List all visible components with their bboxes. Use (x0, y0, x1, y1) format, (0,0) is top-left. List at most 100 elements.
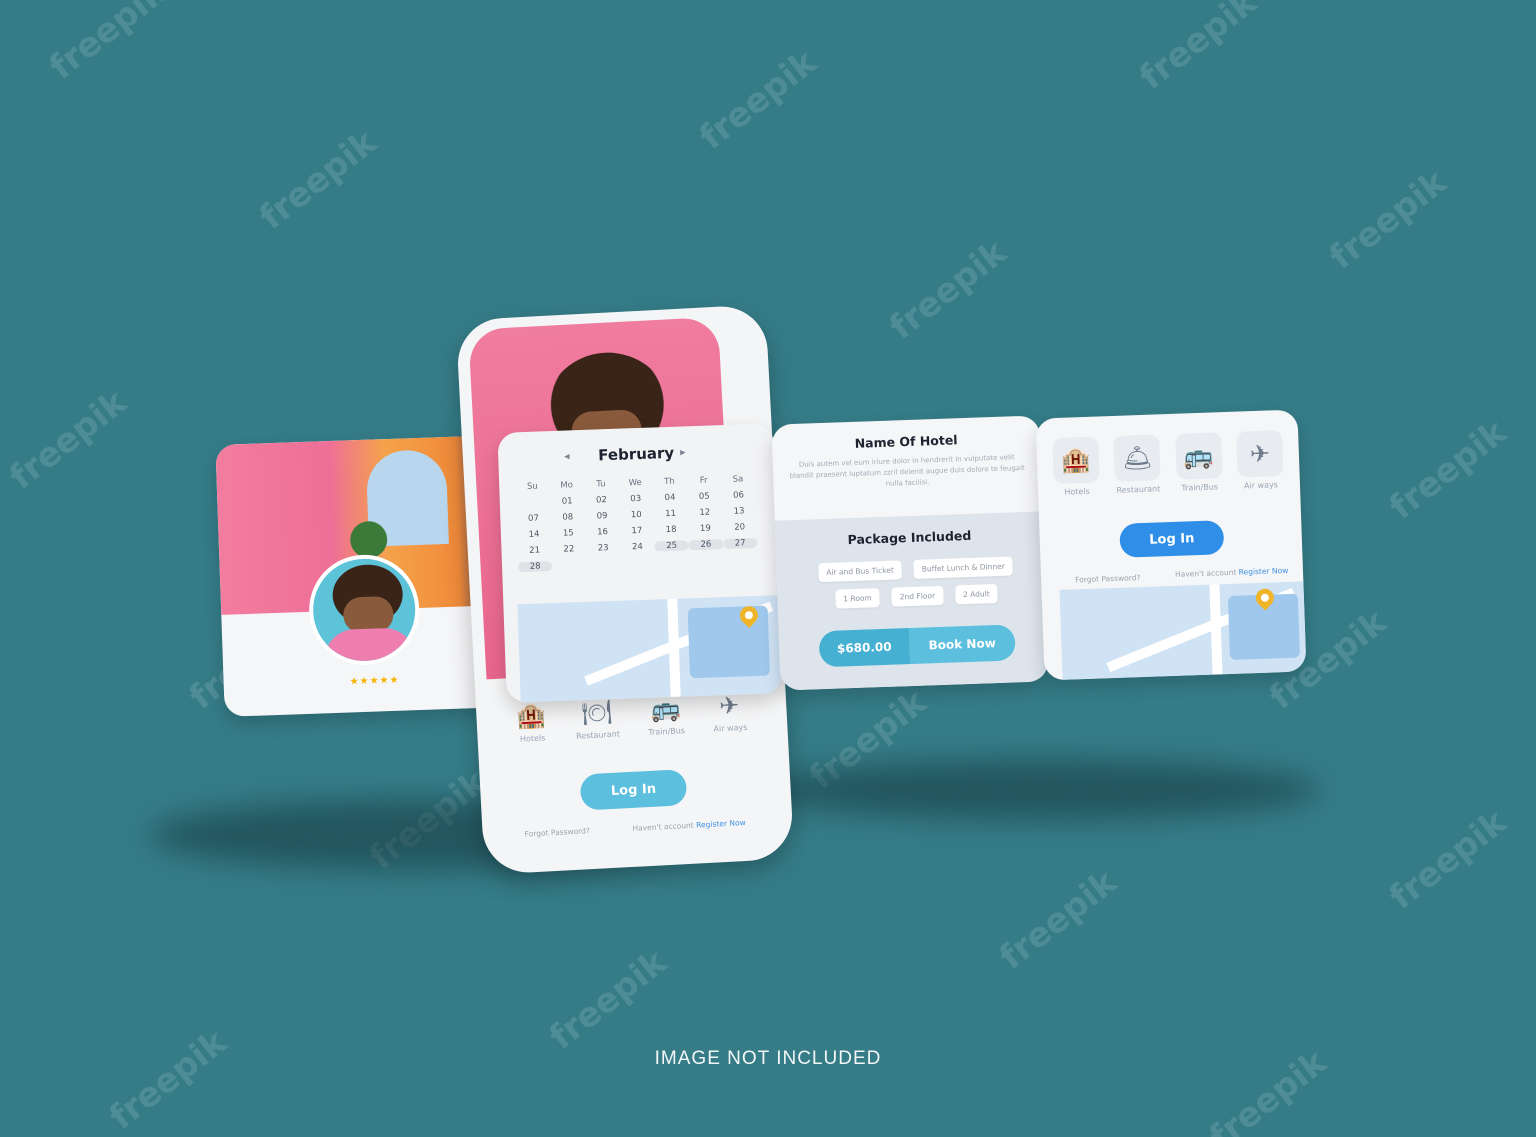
category-train-bus[interactable]: 🚌 Train/Bus (1174, 432, 1223, 493)
package-chip: 2 Adult (954, 583, 999, 605)
hotel-card: Name Of Hotel Duis autem vel eum iriure … (771, 415, 1049, 691)
calendar-day[interactable]: 26 (688, 539, 724, 551)
watermark-text: freepik (542, 942, 675, 1058)
calendar-day (586, 559, 621, 570)
category-label: Restaurant (1116, 484, 1161, 495)
calendar-day[interactable]: 10 (619, 510, 654, 521)
package-chip: 1 Room (834, 588, 881, 609)
watermark-text: freepik (102, 1022, 235, 1137)
calendar-day[interactable]: 15 (551, 528, 586, 539)
package-chip: Air and Bus Ticket (817, 560, 903, 583)
calendar-day[interactable]: 08 (550, 512, 585, 523)
calendar-day[interactable]: 03 (618, 494, 653, 505)
calendar-day[interactable]: 13 (722, 506, 757, 517)
calendar-weekday: Sa (732, 474, 744, 485)
calendar-day (621, 557, 656, 568)
mockup-stage: freepik freepik freepik freepik freepik freep… (0, 0, 1536, 1137)
login-card-login-button[interactable]: Log In (1119, 520, 1225, 558)
calendar-day[interactable]: 06 (721, 490, 756, 501)
restaurant-icon: 🍽 (580, 697, 613, 728)
hotel-title: Name Of Hotel (854, 432, 958, 451)
hotel-icon: 🏨 (1052, 436, 1100, 485)
package-panel: Package Included Air and Bus Ticket Buffe… (774, 511, 1049, 691)
calendar-day[interactable]: 19 (688, 523, 723, 534)
watermark-text: freepik (1382, 412, 1515, 528)
calendar-day[interactable]: 24 (620, 541, 655, 552)
calendar-day[interactable]: 27 (722, 537, 758, 550)
watermark-text: freepik (1382, 802, 1515, 918)
calendar-day[interactable]: 11 (653, 508, 688, 519)
watermark-text: freepik (692, 42, 825, 158)
bus-icon: 🚌 (1174, 432, 1223, 480)
book-now-button[interactable]: Book Now (909, 624, 1016, 664)
calendar-day[interactable]: 21 (517, 545, 552, 556)
calendar-day[interactable]: 18 (654, 524, 689, 535)
category-air-ways[interactable]: ✈ Air ways (712, 691, 747, 733)
calendar-day[interactable]: 20 (722, 522, 757, 533)
category-hotels[interactable]: 🏨 Hotels (1052, 436, 1100, 497)
calendar-day (516, 497, 551, 508)
phone-register-link[interactable]: Register Now (696, 818, 746, 830)
calendar-day[interactable]: 28 (517, 561, 553, 573)
calendar-day[interactable]: 05 (687, 491, 722, 502)
category-label: Air ways (1243, 480, 1279, 491)
login-card-register-prompt: Haven't account Register Now (1175, 566, 1289, 579)
airplane-icon: ✈ (1236, 430, 1284, 478)
login-card-forgot-password-link[interactable]: Forgot Password? (1075, 573, 1141, 584)
category-train-bus[interactable]: 🚌 Train/Bus (646, 694, 685, 737)
calendar-day[interactable]: 16 (585, 527, 620, 538)
watermark-text: freepik (42, 0, 175, 88)
watermark-text: freepik (2, 382, 135, 498)
calendar-day[interactable]: 23 (586, 543, 621, 554)
calendar-day[interactable]: 14 (517, 529, 552, 540)
login-category-row: 🏨 Hotels 🛎 Restaurant 🚌 Train/Bus ✈ Air ways (1052, 430, 1284, 497)
category-label: Train/Bus (1181, 482, 1219, 493)
calendar-day[interactable]: 22 (552, 544, 587, 555)
calendar-day (655, 556, 690, 567)
watermark-text: freepik (252, 122, 385, 238)
login-card-map[interactable] (1059, 581, 1307, 680)
calendar-next-arrow[interactable]: ▶ (680, 448, 686, 456)
category-air-ways[interactable]: ✈ Air ways (1236, 430, 1284, 491)
calendar-day[interactable]: 12 (688, 507, 723, 518)
calendar-day[interactable]: 07 (516, 513, 551, 524)
phone-login-button[interactable]: Log In (579, 769, 688, 811)
package-chip: 2nd Floor (891, 585, 944, 607)
price-label: $680.00 (818, 628, 910, 668)
calendar-day[interactable]: 25 (654, 540, 690, 552)
category-restaurant[interactable]: 🍽 Restaurant (574, 698, 620, 741)
calendar-month-title: February (597, 443, 675, 465)
calendar-weekday: Mo (560, 480, 574, 491)
login-card-register-link[interactable]: Register Now (1239, 566, 1289, 577)
category-label: Restaurant (575, 729, 621, 741)
rating-stars: ★★★★★ (349, 674, 400, 688)
category-label: Hotels (519, 733, 546, 744)
login-card-havent-account-text: Haven't account (1174, 567, 1237, 579)
package-chip: Buffet Lunch & Dinner (913, 556, 1014, 579)
category-restaurant[interactable]: 🛎 Restaurant (1113, 434, 1162, 495)
calendar-weekday: Th (664, 476, 675, 488)
calendar-day[interactable]: 17 (620, 525, 655, 536)
bus-icon: 🚌 (649, 694, 682, 724)
restaurant-icon: 🛎 (1113, 434, 1162, 482)
phone-havent-account-text: Haven't account (632, 820, 694, 833)
phone-forgot-password-link[interactable]: Forgot Password? (524, 826, 590, 838)
calendar-grid: Su Mo Tu We Th Fr Sa 01 02 03 04 05 06 07 08 09 10 11 12 13… (515, 474, 758, 573)
category-label: Train/Bus (648, 726, 686, 737)
price-book-bar: $680.00 Book Now (818, 624, 1016, 668)
category-hotels[interactable]: 🏨 Hotels (516, 701, 548, 744)
shadow-right (760, 760, 1320, 820)
calendar-day[interactable]: 04 (653, 492, 688, 503)
map-road-vertical (667, 598, 681, 698)
calendar-day[interactable]: 02 (584, 495, 619, 506)
calendar-day[interactable]: 01 (550, 496, 585, 507)
calendar-card: ◀ February ▶ Su Mo Tu We Th Fr Sa 01 02 03 04 05 06 0… (497, 423, 783, 703)
watermark-text: freepik (1132, 0, 1265, 98)
calendar-map[interactable] (517, 595, 783, 703)
package-title: Package Included (847, 527, 972, 548)
phone-register-prompt: Haven't account Register Now (632, 818, 746, 833)
hotel-icon: 🏨 (515, 701, 548, 731)
calendar-day[interactable]: 09 (585, 511, 620, 522)
map-road-vertical (1209, 584, 1223, 675)
calendar-weekday: We (628, 477, 642, 489)
